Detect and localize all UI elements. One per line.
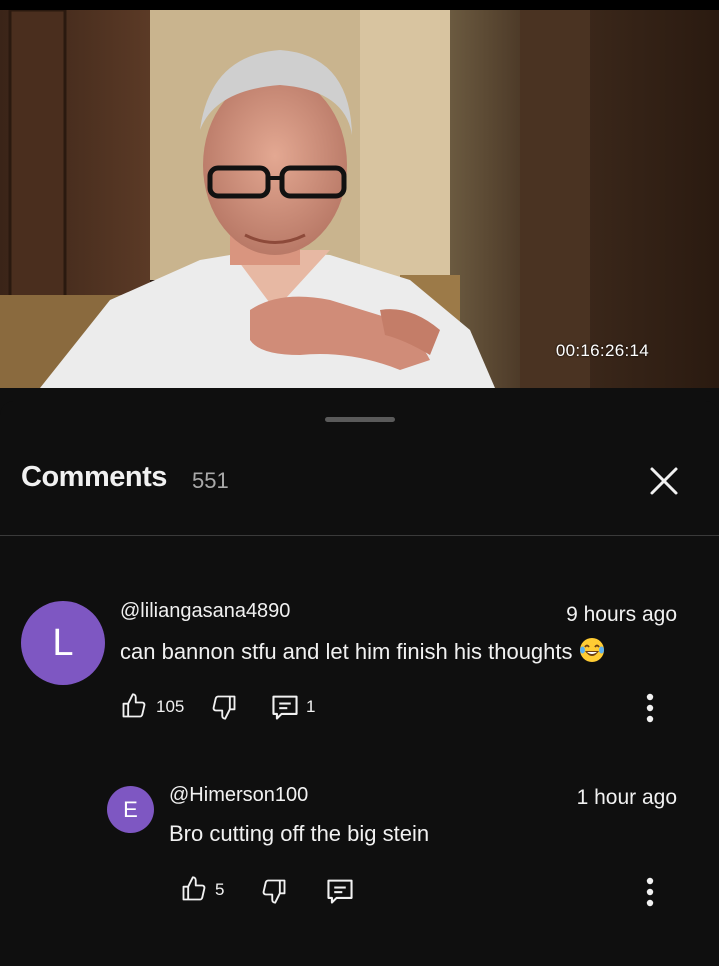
comments-title: Comments	[21, 461, 167, 493]
reply-button[interactable]	[325, 877, 355, 910]
thumbs-down-icon	[212, 695, 236, 720]
close-button[interactable]	[644, 461, 684, 501]
avatar[interactable]: L	[21, 601, 105, 685]
dislike-button[interactable]	[210, 693, 238, 726]
drag-handle[interactable]	[325, 417, 395, 422]
thumbs-up-icon	[122, 693, 146, 718]
comment-text-content: can bannon stfu and let him finish his t…	[120, 639, 573, 664]
more-options-button[interactable]	[638, 691, 662, 730]
more-vertical-icon	[646, 693, 654, 723]
like-button[interactable]	[180, 875, 208, 908]
like-count: 5	[215, 880, 225, 899]
comment-text: Bro cutting off the big stein	[169, 821, 430, 846]
comments-panel: Comments 551 L @liliangasana4890 9 hours…	[0, 401, 719, 966]
video-frame	[0, 10, 719, 388]
reply-icon	[327, 879, 353, 904]
like-count: 105	[156, 697, 185, 716]
close-icon	[650, 467, 678, 495]
more-options-button[interactable]	[638, 875, 662, 914]
header-divider	[0, 535, 719, 536]
status-bar-strip	[0, 0, 719, 10]
comment-text: can bannon stfu and let him finish his t…	[120, 637, 605, 665]
comment-author[interactable]: @liliangasana4890	[120, 600, 290, 623]
avatar[interactable]: E	[107, 786, 154, 833]
face-with-tears-of-joy-icon	[579, 638, 604, 662]
like-button[interactable]	[120, 692, 148, 725]
comment-author[interactable]: @Himerson100	[169, 784, 308, 807]
thumbs-up-icon	[182, 876, 206, 901]
reply-count: 1	[306, 697, 316, 716]
comments-count: 551	[192, 468, 229, 493]
video-player[interactable]: 00:16:26:14	[0, 0, 719, 388]
video-timestamp: 00:16:26:14	[555, 341, 649, 360]
reply-icon	[272, 695, 298, 720]
reply-button[interactable]	[270, 693, 300, 726]
more-vertical-icon	[646, 877, 654, 907]
comment-time: 1 hour ago	[576, 786, 677, 809]
thumbs-down-icon	[262, 879, 286, 904]
comment-time: 9 hours ago	[566, 603, 677, 626]
dislike-button[interactable]	[260, 877, 288, 910]
